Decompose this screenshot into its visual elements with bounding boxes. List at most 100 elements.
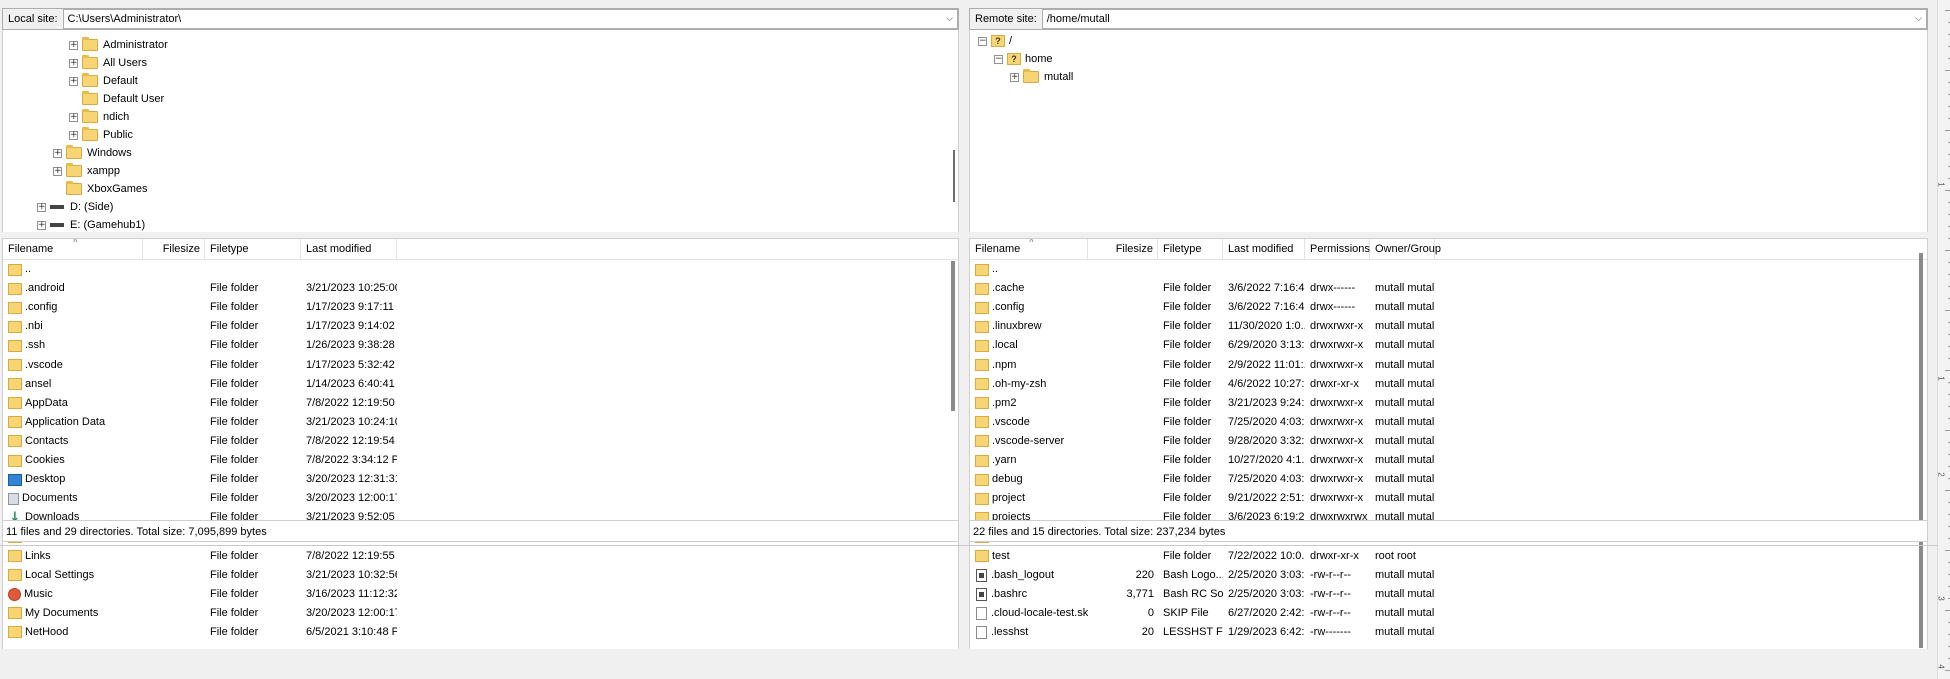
table-row[interactable]: .npm File folder 2/9/2022 11:01:... drwxrwx… <box>970 356 1927 375</box>
cell-text: File folder <box>1163 415 1212 428</box>
table-row[interactable]: .config File folder 1/17/2023 9:17:11 ... <box>3 298 958 317</box>
cell-text: File folder <box>1163 549 1212 562</box>
tree-node[interactable]: + ndich <box>69 108 129 126</box>
tree-node[interactable]: + D: (Side) <box>37 198 113 216</box>
table-row[interactable]: .cloud-locale-test.skip 0 SKIP File 6/27/20… <box>970 604 1927 623</box>
column-header-filesize[interactable]: Filesize <box>143 239 205 259</box>
table-row[interactable]: Documents File folder 3/20/2023 12:00:17..… <box>3 489 958 508</box>
table-row[interactable]: ansel File folder 1/14/2023 6:40:41 ... <box>3 375 958 394</box>
local-tree-scrollbar[interactable] <box>953 150 955 202</box>
expand-icon[interactable]: − <box>978 36 987 46</box>
table-row[interactable]: .yarn File folder 10/27/2020 4:1... drwxrwx… <box>970 451 1927 470</box>
cell-modified: 3/16/2023 11:12:32... <box>301 585 397 604</box>
cell-text: .android <box>25 282 65 295</box>
cell-name: .config <box>970 298 1088 317</box>
expand-icon[interactable]: + <box>53 148 62 158</box>
cell-owner: root root <box>1370 547 1435 566</box>
table-row[interactable]: .nbi File folder 1/17/2023 9:14:02 ... <box>3 317 958 336</box>
column-header-filetype[interactable]: Filetype <box>1158 239 1223 259</box>
cell-name: Desktop <box>3 470 143 489</box>
table-row[interactable]: .bashrc 3,771 Bash RC So... 2/25/2020 3:03:… <box>970 585 1927 604</box>
expand-icon[interactable]: + <box>1010 72 1019 82</box>
table-row[interactable]: Contacts File folder 7/8/2022 12:19:54 ... <box>3 432 958 451</box>
expand-icon[interactable]: + <box>37 220 46 230</box>
column-header-filetype[interactable]: Filetype <box>205 239 301 259</box>
table-row[interactable]: .vscode-server File folder 9/28/2020 3:32:… <box>970 432 1927 451</box>
remote-path-combo[interactable]: /home/mutall ⌵ <box>1041 9 1927 29</box>
remote-directory-tree[interactable]: −? / −? home + mutall <box>969 30 1928 232</box>
cell-size <box>143 298 205 317</box>
table-row[interactable]: test File folder 7/22/2022 10:0... drwxr-xr… <box>970 547 1927 566</box>
tree-node[interactable]: −? / <box>978 32 1012 50</box>
cell-size <box>143 451 205 470</box>
table-row[interactable]: My Documents File folder 3/20/2023 12:00:1… <box>3 604 958 623</box>
table-row[interactable]: Links File folder 7/8/2022 12:19:55 ... <box>3 547 958 566</box>
expand-icon[interactable]: + <box>69 112 78 122</box>
chevron-down-icon[interactable]: ⌵ <box>946 13 953 24</box>
cell-text: -rw-r--r-- <box>1310 606 1351 619</box>
cell-perms: drwxrwxr-x <box>1305 432 1370 451</box>
expand-icon[interactable]: − <box>994 54 1003 64</box>
cell-text: File folder <box>210 434 259 447</box>
column-header-last-modified[interactable]: Last modified <box>1223 239 1305 259</box>
cell-size <box>1088 413 1158 432</box>
table-row[interactable]: Desktop File folder 3/20/2023 12:31:31... <box>3 470 958 489</box>
tree-node[interactable]: + mutall <box>1010 68 1073 86</box>
table-row[interactable]: Music File folder 3/16/2023 11:12:32... <box>3 585 958 604</box>
remote-path-value[interactable]: /home/mutall <box>1047 13 1110 25</box>
table-row[interactable]: Application Data File folder 3/21/2023 10:… <box>3 413 958 432</box>
expand-icon[interactable]: + <box>53 166 62 176</box>
column-header-permissions[interactable]: Permissions <box>1305 239 1370 259</box>
table-row[interactable]: .config File folder 3/6/2022 7:16:4... drwx… <box>970 298 1927 317</box>
local-directory-tree[interactable]: + Administrator + All Users + Default Default … <box>2 30 959 232</box>
remote-file-list[interactable]: Filename Filesize Filetype Last modified Per… <box>969 238 1928 649</box>
table-row[interactable]: .linuxbrew File folder 11/30/2020 1:0... dr… <box>970 317 1927 336</box>
tree-node[interactable]: + Public <box>69 126 133 144</box>
expand-icon[interactable]: + <box>69 40 78 50</box>
tree-node-label: D: (Side) <box>70 201 114 213</box>
tree-node[interactable]: Default User <box>69 90 164 108</box>
table-row[interactable]: .android File folder 3/21/2023 10:25:00... <box>3 279 958 298</box>
tree-node[interactable]: −? home <box>994 50 1053 68</box>
table-row[interactable]: .. <box>970 260 1927 279</box>
table-row[interactable]: project File folder 9/21/2022 2:51:... drwx… <box>970 489 1927 508</box>
file-icon <box>976 606 987 620</box>
table-row[interactable]: debug File folder 7/25/2020 4:03:... drwxrw… <box>970 470 1927 489</box>
table-row[interactable]: .bash_logout 220 Bash Logo... 2/25/2020 3:0… <box>970 566 1927 585</box>
table-row[interactable]: .lesshst 20 LESSHST File 1/29/2023 6:42:...… <box>970 623 1927 642</box>
tree-node[interactable]: XboxGames <box>53 180 148 198</box>
table-row[interactable]: .cache File folder 3/6/2022 7:16:4... drwx-… <box>970 279 1927 298</box>
table-row[interactable]: AppData File folder 7/8/2022 12:19:50 ... <box>3 394 958 413</box>
cell-modified: 7/8/2022 3:34:12 PM <box>301 451 397 470</box>
table-row[interactable]: .vscode File folder 1/17/2023 5:32:42 ... <box>3 356 958 375</box>
local-file-list[interactable]: Filename Filesize Filetype Last modified ˄ .… <box>2 238 959 649</box>
folder-icon <box>975 454 989 467</box>
table-row[interactable]: .local File folder 6/29/2020 3:13:... drwxr… <box>970 336 1927 355</box>
expand-icon[interactable]: + <box>69 76 78 86</box>
column-header-last-modified[interactable]: Last modified <box>301 239 397 259</box>
tree-node[interactable]: + Default <box>69 72 138 90</box>
table-row[interactable]: .vscode File folder 7/25/2020 4:03:... drwx… <box>970 413 1927 432</box>
table-row[interactable]: Local Settings File folder 3/21/2023 10:32… <box>3 566 958 585</box>
column-header-owner-group[interactable]: Owner/Group <box>1370 239 1441 259</box>
tree-node[interactable]: + E: (Gamehub1) <box>37 216 145 232</box>
table-row[interactable]: .ssh File folder 1/26/2023 9:38:28 ... <box>3 336 958 355</box>
table-row[interactable]: .. <box>3 260 958 279</box>
table-row[interactable]: .oh-my-zsh File folder 4/6/2022 10:27:... d… <box>970 375 1927 394</box>
table-row[interactable]: .pm2 File folder 3/21/2023 9:24:... drwxrwx… <box>970 394 1927 413</box>
chevron-down-icon[interactable]: ⌵ <box>1915 13 1922 24</box>
local-path-value[interactable]: C:\Users\Administrator\ <box>68 13 182 25</box>
column-header-filesize[interactable]: Filesize <box>1088 239 1158 259</box>
table-row[interactable]: NetHood File folder 6/5/2021 3:10:48 PM <box>3 623 958 642</box>
tree-node[interactable]: + xampp <box>53 162 120 180</box>
remote-list-header: Filename Filesize Filetype Last modified Per… <box>970 239 1927 260</box>
tree-node[interactable]: + Windows <box>53 144 132 162</box>
expand-icon[interactable]: + <box>69 58 78 68</box>
table-row[interactable]: Cookies File folder 7/8/2022 3:34:12 PM <box>3 451 958 470</box>
cell-text: .pm2 <box>992 396 1017 409</box>
expand-icon[interactable]: + <box>37 202 46 212</box>
local-path-combo[interactable]: C:\Users\Administrator\ ⌵ <box>62 9 958 29</box>
tree-node[interactable]: + Administrator <box>69 36 168 54</box>
expand-icon[interactable]: + <box>69 130 78 140</box>
tree-node[interactable]: + All Users <box>69 54 147 72</box>
